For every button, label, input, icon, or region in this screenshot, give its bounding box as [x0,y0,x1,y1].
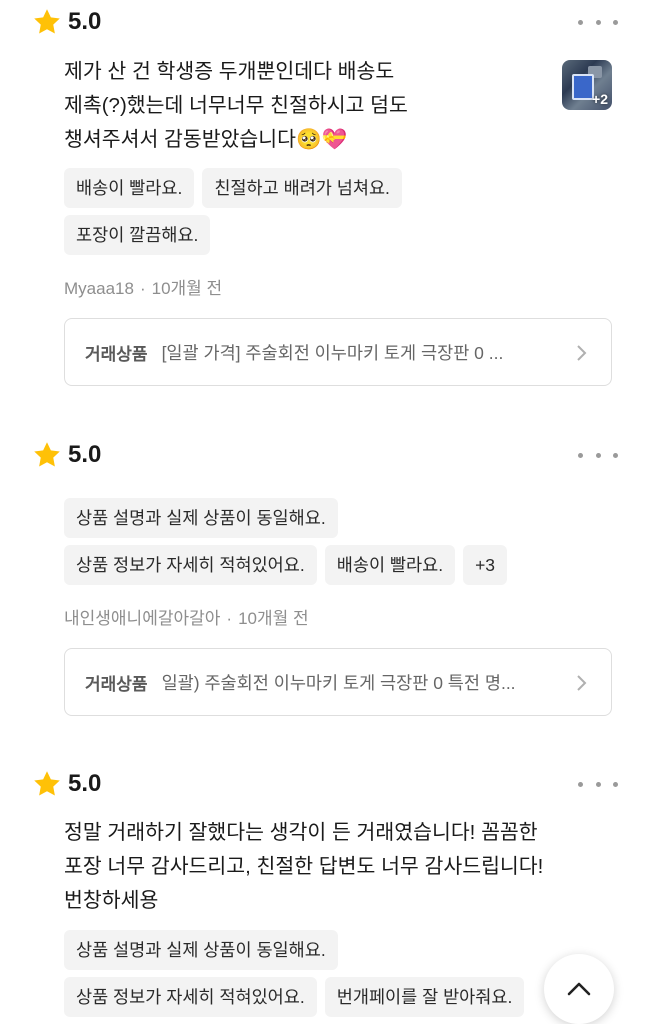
review-text: 제가 산 건 학생증 두개뿐인데다 배송도 제촉(?)했는데 너무너무 친절하시… [64,60,408,151]
review-tag: 친절하고 배려가 넘쳐요. [202,168,402,208]
rating: 5.0 [32,766,101,802]
review-tag: 배송이 빨라요. [64,168,195,208]
star-icon [34,771,60,796]
chevron-right-icon [577,675,587,691]
review-tag: 번개페이를 잘 받아줘요. [324,977,525,1017]
review-tags: 상품 설명과 실제 상품이 동일해요. 상품 정보가 자세히 적혀있어요. 번개… [64,930,584,1024]
chevron-right-icon [577,345,587,361]
more-dots-icon[interactable] [578,10,618,34]
rating-score: 5.0 [68,8,102,35]
rating-score: 5.0 [68,770,102,797]
review-text: 정말 거래하기 잘했다는 생각이 든 거래였습니다! 꼼꼼한 포장 너무 감사드… [64,821,544,912]
author-name[interactable]: 내인생애니에갈아갈아 [64,609,220,628]
review-tag: 상품 설명과 실제 상품이 동일해요. [64,498,338,538]
chevron-up-icon [567,982,591,996]
more-tags-chip[interactable]: +3 [463,545,508,585]
review-time: 10개월 전 [151,279,223,298]
rating: 5.0 [32,437,101,473]
review-tag: 상품 정보가 자세히 적혀있어요. [64,977,317,1017]
review-tag: 상품 설명과 실제 상품이 동일해요. [64,930,338,970]
deal-item-card[interactable]: 거래상품 일괄) 주술회전 이누마키 토게 극장판 0 특전 명... [64,648,612,716]
rating: 5.0 [32,4,101,40]
star-icon [34,442,60,467]
review-meta: 내인생애니에갈아갈아 · 10개월 전 [64,609,309,628]
deal-label: 거래상품 [85,344,148,364]
review-tags: 상품 설명과 실제 상품이 동일해요. 상품 정보가 자세히 적혀있어요. 배송… [64,498,584,592]
more-dots-icon[interactable] [578,772,618,796]
scroll-top-button[interactable] [544,954,614,1024]
more-dots-icon[interactable] [578,443,618,467]
rating-score: 5.0 [68,441,102,468]
deal-label: 거래상품 [85,674,148,694]
deal-title: 일괄) 주술회전 이누마키 토게 극장판 0 특전 명... [161,672,516,693]
review-time: 10개월 전 [238,609,309,628]
review-tag: 배송이 빨라요. [324,545,456,585]
star-icon [34,9,60,34]
review-tag: 상품 정보가 자세히 적혀있어요. [64,545,317,585]
deal-title: [일괄 가격] 주술회전 이누마키 토게 극장판 0 ... [161,342,504,363]
deal-item-card[interactable]: 거래상품 [일괄 가격] 주술회전 이누마키 토게 극장판 0 ... [64,318,612,386]
author-name[interactable]: Myaaa18 [64,279,134,298]
review-meta: Myaaa18 · 10개월 전 [64,279,223,298]
photo-count: +2 [592,91,608,107]
review-tags: 배송이 빨라요. 친절하고 배려가 넘쳐요. 포장이 깔끔해요. [64,168,584,262]
review-tag: 포장이 깔끔해요. [64,215,211,255]
review-photo-thumbnail[interactable]: +2 [562,60,612,110]
